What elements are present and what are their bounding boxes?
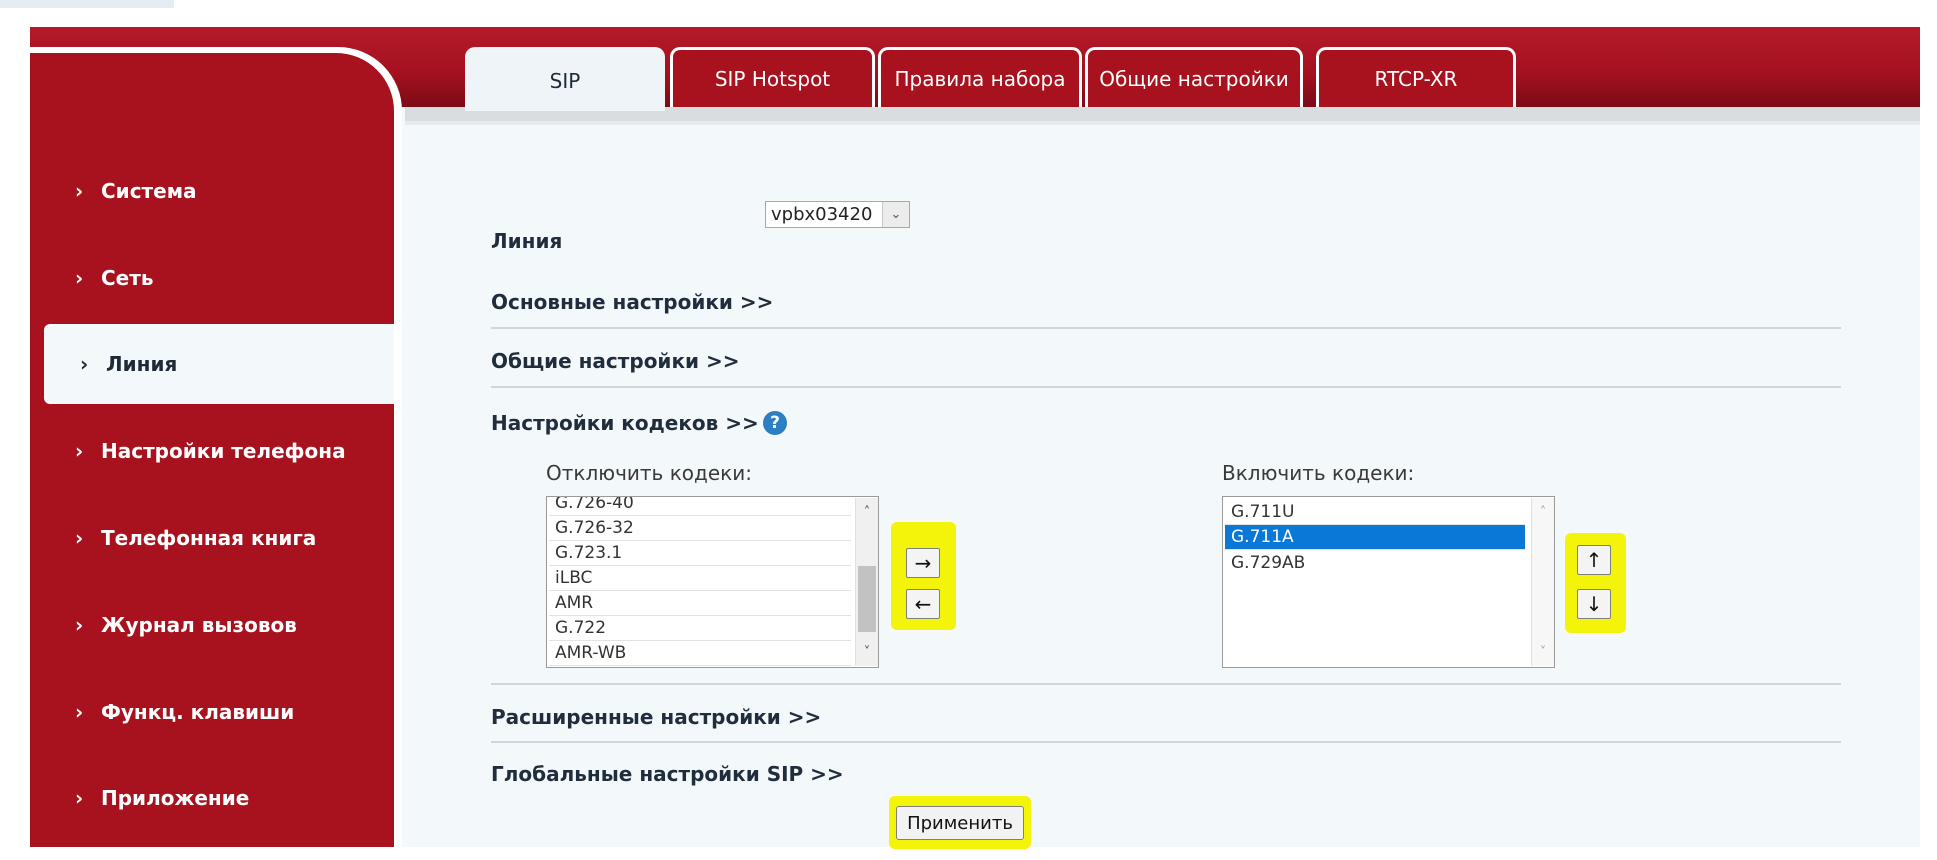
list-item-selected[interactable]: G.711A (1225, 525, 1525, 550)
help-icon[interactable]: ? (763, 411, 787, 435)
move-right-button[interactable]: → (906, 548, 940, 578)
apply-button[interactable]: Применить (896, 806, 1024, 840)
sidebar-item-label: Линия (106, 352, 178, 376)
sidebar-item-phone-settings[interactable]: › Настройки телефона (30, 411, 394, 491)
section-basic-settings[interactable]: Основные настройки >> (491, 290, 773, 314)
sidebar-item-phonebook[interactable]: › Телефонная книга (30, 498, 394, 578)
list-item[interactable]: G.726-32 (549, 516, 851, 541)
tab-sip-hotspot[interactable]: SIP Hotspot (670, 47, 875, 107)
scrollbar[interactable]: ˄ ˅ (1531, 498, 1554, 666)
chevron-right-icon: › (75, 526, 84, 550)
sidebar-item-label: Сеть (101, 266, 154, 290)
section-advanced-settings[interactable]: Расширенные настройки >> (491, 705, 821, 729)
chevron-right-icon: › (75, 439, 84, 463)
chevron-right-icon: › (75, 700, 84, 724)
list-item[interactable]: AMR-WB (549, 641, 851, 666)
sidebar-item-label: Журнал вызовов (101, 613, 297, 637)
line-label: Линия (491, 229, 563, 253)
tab-rtcp-xr[interactable]: RTCP-XR (1316, 47, 1516, 107)
scroll-down-icon[interactable]: ˅ (856, 642, 878, 662)
disabled-codecs-list[interactable]: G.726-40 G.726-32 G.723.1 iLBC AMR G.722… (546, 496, 879, 668)
sidebar-item-label: Функц. клавиши (101, 700, 295, 724)
section-global-sip-settings[interactable]: Глобальные настройки SIP >> (491, 762, 844, 786)
sidebar-item-label: Телефонная книга (101, 526, 317, 550)
app-frame: SIP SIP Hotspot Правила набора Общие нас… (30, 27, 1920, 847)
tab-sip[interactable]: SIP (465, 47, 665, 111)
disabled-codecs-label: Отключить кодеки: (546, 461, 752, 485)
tab-dial-rules[interactable]: Правила набора (878, 47, 1082, 107)
sidebar: › Система › Сеть › Линия › Настройки тел… (30, 47, 402, 847)
scrollbar[interactable]: ˄ ˅ (855, 498, 878, 666)
chevron-right-icon: › (80, 352, 89, 376)
sidebar-item-line[interactable]: › Линия (44, 324, 394, 404)
divider (491, 386, 1841, 388)
scroll-up-icon[interactable]: ˄ (856, 502, 878, 522)
divider (491, 683, 1841, 685)
sidebar-item-function-keys[interactable]: › Функц. клавиши (30, 672, 394, 752)
chevron-right-icon: › (75, 179, 84, 203)
list-item[interactable]: G.723.1 (549, 541, 851, 566)
chevron-right-icon: › (75, 613, 84, 637)
sidebar-item-system[interactable]: › Система (30, 151, 394, 231)
section-codec-settings[interactable]: Настройки кодеков >> (491, 411, 759, 435)
list-item[interactable]: iLBC (549, 566, 851, 591)
list-item[interactable]: G.711U (1225, 500, 1525, 525)
line-select-value: vpbx03420 (771, 204, 873, 225)
list-item[interactable]: G.722 (549, 616, 851, 641)
sidebar-item-label: Система (101, 179, 197, 203)
list-item[interactable]: AMR (549, 591, 851, 616)
sidebar-item-call-log[interactable]: › Журнал вызовов (30, 585, 394, 665)
divider (491, 327, 1841, 329)
move-left-button[interactable]: ← (906, 589, 940, 619)
enabled-codecs-label: Включить кодеки: (1222, 461, 1415, 485)
top-strip-light (0, 0, 174, 8)
scroll-down-icon[interactable]: ˅ (1532, 642, 1554, 662)
sidebar-item-label: Настройки телефона (101, 439, 346, 463)
section-general-settings[interactable]: Общие настройки >> (491, 349, 740, 373)
line-select[interactable]: vpbx03420 ⌄ (765, 201, 910, 228)
divider (491, 741, 1841, 743)
top-strip (0, 0, 1937, 8)
chevron-right-icon: › (75, 786, 84, 810)
sidebar-item-label: Приложение (101, 786, 250, 810)
list-item[interactable]: G.726-40 (549, 497, 851, 516)
enabled-codecs-list[interactable]: G.711U G.711A G.729AB ˄ ˅ (1222, 496, 1555, 668)
list-item[interactable]: G.729AB (1225, 550, 1525, 575)
scroll-up-icon[interactable]: ˄ (1532, 502, 1554, 522)
scrollbar-thumb[interactable] (858, 566, 876, 632)
chevron-right-icon: › (75, 266, 84, 290)
move-down-button[interactable]: ↓ (1577, 589, 1611, 619)
chevron-down-icon[interactable]: ⌄ (882, 202, 909, 227)
move-up-button[interactable]: ↑ (1577, 545, 1611, 575)
header-shadow-light (405, 121, 1920, 125)
tab-general-settings[interactable]: Общие настройки (1085, 47, 1303, 107)
sidebar-item-application[interactable]: › Приложение (30, 758, 394, 838)
sidebar-item-network[interactable]: › Сеть (30, 238, 394, 318)
